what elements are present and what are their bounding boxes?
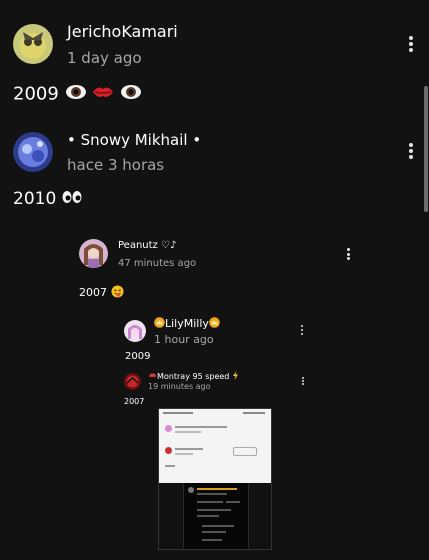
- scrollbar[interactable]: [424, 86, 428, 212]
- screenshot-dark-section: [183, 483, 249, 549]
- reply-text: 2007: [79, 285, 124, 301]
- avatar-lilymilly[interactable]: [124, 320, 146, 342]
- avatar-jerichokamari[interactable]: [13, 24, 53, 64]
- reply-author[interactable]: LilyMilly: [154, 317, 220, 331]
- more-options-icon[interactable]: [406, 143, 416, 159]
- tongue-face-emoji: [111, 285, 124, 301]
- eyes-emoji: [62, 189, 82, 209]
- reply-timestamp: 47 minutes ago: [118, 258, 197, 269]
- reply-author[interactable]: Montray 95 speed: [148, 371, 239, 382]
- comment-timestamp: hace 3 horas: [67, 156, 165, 174]
- eye-emoji: [120, 83, 142, 106]
- more-options-icon[interactable]: [344, 248, 352, 260]
- avatar-peanutz[interactable]: [79, 239, 108, 268]
- car-emoji: [148, 372, 157, 381]
- more-options-icon[interactable]: [406, 36, 416, 52]
- eye-emoji: [65, 83, 87, 106]
- reply-text: 2007: [124, 397, 145, 406]
- more-options-icon[interactable]: [299, 325, 305, 335]
- comment-author[interactable]: • Snowy Mikhail •: [67, 131, 201, 149]
- reply-author[interactable]: Peanutz ♡♪: [118, 240, 176, 251]
- more-options-icon[interactable]: [301, 377, 305, 385]
- comment-text: 2009: [13, 83, 142, 106]
- reply-author-name: Montray 95 speed: [157, 372, 230, 381]
- comment-text-value: 2010: [13, 189, 57, 209]
- reply-text-value: 2007: [79, 286, 107, 299]
- reply-timestamp: 1 hour ago: [154, 333, 214, 346]
- embedded-screenshot[interactable]: [158, 408, 272, 550]
- comment-timestamp: 1 day ago: [67, 49, 142, 67]
- screenshot-light-section: [159, 409, 271, 483]
- crown-emoji: [154, 317, 165, 331]
- comment-text-value: 2009: [13, 83, 59, 105]
- lips-emoji: [92, 83, 114, 106]
- avatar-montray[interactable]: [124, 373, 141, 390]
- avatar-snowy-mikhail[interactable]: [13, 132, 53, 172]
- lightning-emoji: [232, 371, 239, 382]
- comment-text: 2010: [13, 189, 82, 209]
- reply-text: 2009: [125, 351, 151, 362]
- comment-author[interactable]: JerichoKamari: [67, 22, 178, 41]
- reply-timestamp: 19 minutes ago: [148, 382, 211, 391]
- crown-emoji: [209, 317, 220, 331]
- reply-author-name: LilyMilly: [165, 317, 209, 330]
